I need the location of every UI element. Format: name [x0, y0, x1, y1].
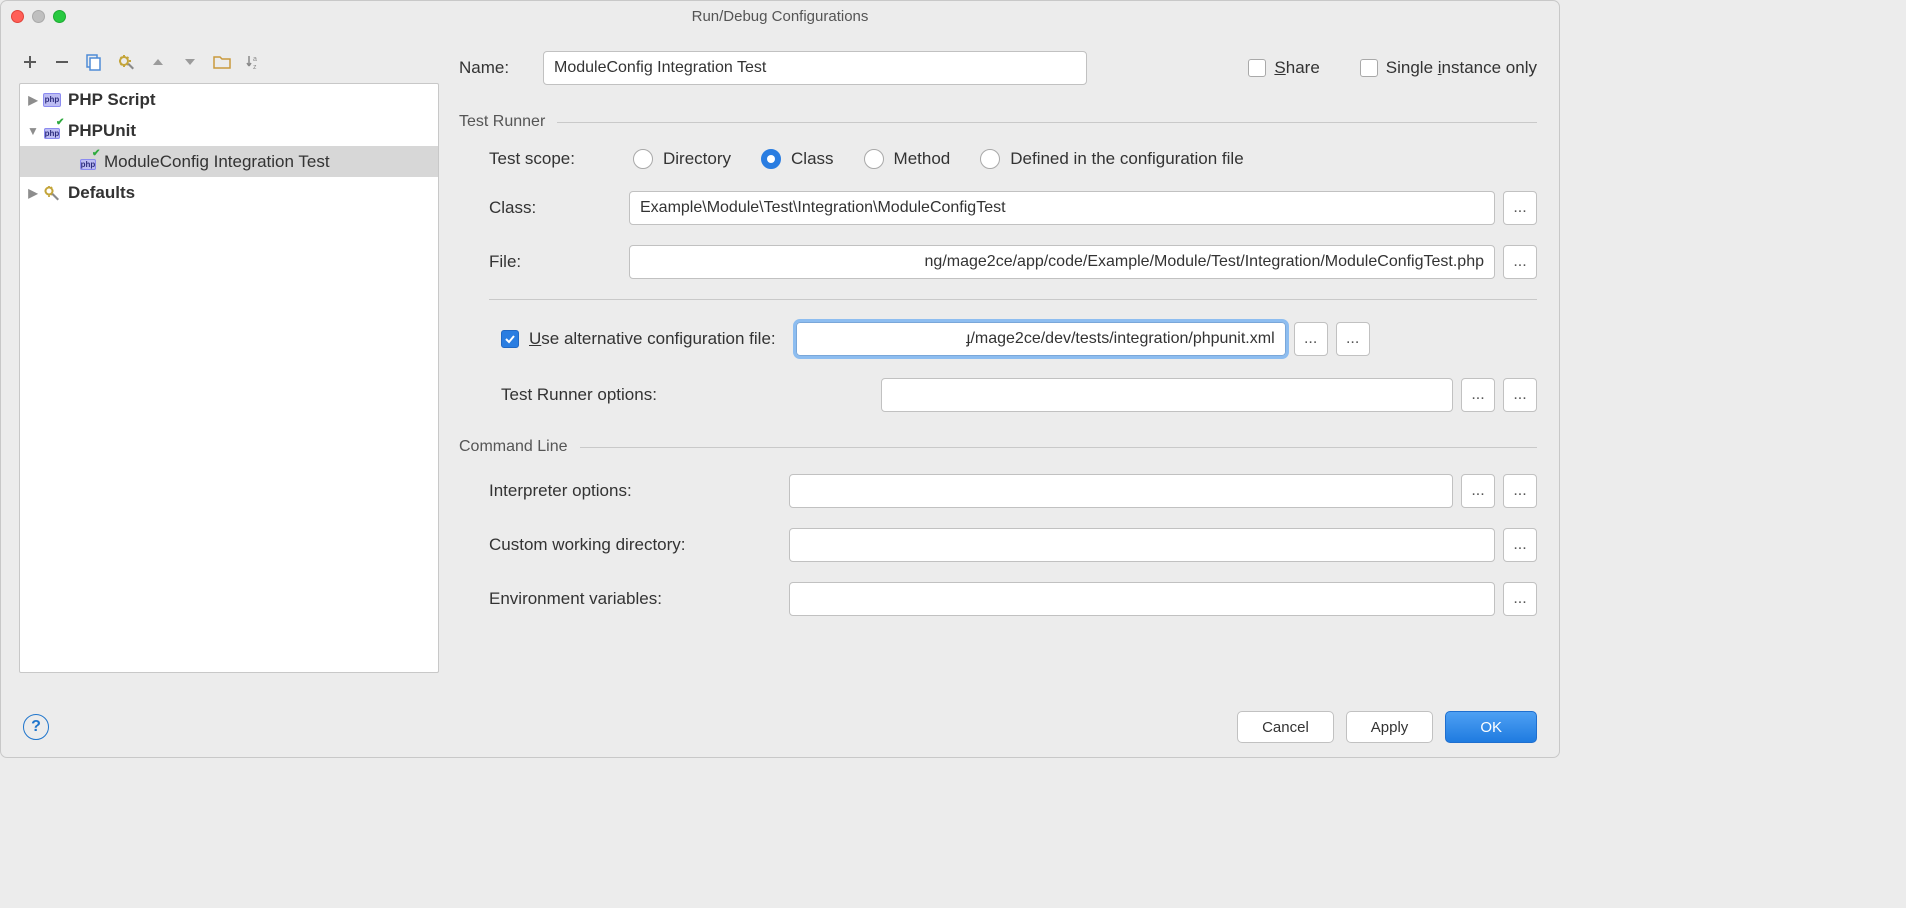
file-input[interactable]: ng/mage2ce/app/code/Example/Module/Test/… [629, 245, 1495, 279]
cwd-input[interactable] [789, 528, 1495, 562]
titlebar: Run/Debug Configurations [1, 1, 1559, 31]
env-input[interactable] [789, 582, 1495, 616]
interp-btn2[interactable]: ... [1503, 474, 1537, 508]
ok-button[interactable]: OK [1445, 711, 1537, 743]
remove-config-button[interactable] [51, 51, 73, 73]
section-test-runner: Test Runner [459, 113, 1537, 131]
separator [489, 299, 1537, 300]
config-toolbar: az [19, 51, 265, 73]
alt-config-browse-button[interactable]: ... [1294, 322, 1328, 356]
tro-btn1[interactable]: ... [1461, 378, 1495, 412]
class-input[interactable]: Example\Module\Test\Integration\ModuleCo… [629, 191, 1495, 225]
test-scope-label: Test scope: [489, 149, 603, 169]
cwd-label: Custom working directory: [489, 535, 789, 555]
interpreter-options-label: Interpreter options: [489, 481, 789, 501]
share-checkbox[interactable]: Share [1248, 58, 1319, 78]
name-label: Name: [459, 58, 543, 78]
single-instance-checkbox[interactable]: Single instance only [1360, 58, 1537, 78]
sort-az-button[interactable]: az [243, 51, 265, 73]
alt-config-edit-button[interactable]: ... [1336, 322, 1370, 356]
dialog-window: Run/Debug Configurations [0, 0, 1560, 758]
dialog-button-bar: ? Cancel Apply OK [1, 697, 1559, 757]
class-label: Class: [489, 198, 629, 218]
tree-label: PHP Script [68, 90, 156, 110]
window-title: Run/Debug Configurations [1, 8, 1559, 25]
config-form: Name: Share Single instance only Test Ru… [459, 51, 1537, 685]
disclosure-closed-icon[interactable]: ▶ [24, 93, 42, 107]
disclosure-closed-icon[interactable]: ▶ [24, 186, 42, 200]
tree-node-moduleconfig-test[interactable]: ▶ php ✔ ModuleConfig Integration Test [20, 146, 438, 177]
move-up-button[interactable] [147, 51, 169, 73]
svg-text:z: z [253, 64, 257, 71]
interp-btn1[interactable]: ... [1461, 474, 1495, 508]
test-runner-options-label: Test Runner options: [501, 385, 881, 405]
help-button[interactable]: ? [23, 714, 49, 740]
alt-config-label: Use alternative configuration file: [529, 329, 776, 349]
tree-node-defaults[interactable]: ▶ Defaults [20, 177, 438, 208]
config-tree[interactable]: ▶ php PHP Script ▼ php ✔ [19, 83, 439, 673]
alt-config-checkbox[interactable] [501, 330, 519, 348]
radio-directory[interactable]: Directory [633, 149, 731, 169]
env-label: Environment variables: [489, 589, 789, 609]
name-input[interactable] [543, 51, 1087, 85]
phpunit-icon: php ✔ [78, 152, 98, 172]
php-file-icon: php [42, 90, 62, 110]
radio-method[interactable]: Method [864, 149, 951, 169]
test-runner-options-input[interactable] [881, 378, 1453, 412]
browse-class-button[interactable]: ... [1503, 191, 1537, 225]
interpreter-options-input[interactable] [789, 474, 1453, 508]
edit-defaults-button[interactable] [115, 51, 137, 73]
section-command-line: Command Line [459, 438, 1537, 456]
cwd-browse-button[interactable]: ... [1503, 528, 1537, 562]
disclosure-open-icon[interactable]: ▼ [24, 124, 42, 138]
tree-label: Defaults [68, 183, 135, 203]
browse-file-button[interactable]: ... [1503, 245, 1537, 279]
file-label: File: [489, 252, 629, 272]
copy-config-button[interactable] [83, 51, 105, 73]
single-instance-label: Single instance only [1386, 58, 1537, 78]
folder-button[interactable] [211, 51, 233, 73]
cancel-button[interactable]: Cancel [1237, 711, 1334, 743]
tree-node-phpunit[interactable]: ▼ php ✔ PHPUnit [20, 115, 438, 146]
env-edit-button[interactable]: ... [1503, 582, 1537, 616]
move-down-button[interactable] [179, 51, 201, 73]
tree-label: ModuleConfig Integration Test [104, 152, 330, 172]
tree-node-php-script[interactable]: ▶ php PHP Script [20, 84, 438, 115]
wrench-icon [42, 183, 62, 203]
tro-btn2[interactable]: ... [1503, 378, 1537, 412]
add-config-button[interactable] [19, 51, 41, 73]
radio-class[interactable]: Class [761, 149, 834, 169]
alt-config-input[interactable]: ɟ/mage2ce/dev/tests/integration/phpunit.… [796, 322, 1286, 356]
svg-text:a: a [253, 56, 257, 63]
share-label: Share [1274, 58, 1319, 78]
tree-label: PHPUnit [68, 121, 136, 141]
radio-defined[interactable]: Defined in the configuration file [980, 149, 1243, 169]
apply-button[interactable]: Apply [1346, 711, 1434, 743]
phpunit-icon: php ✔ [42, 121, 62, 141]
